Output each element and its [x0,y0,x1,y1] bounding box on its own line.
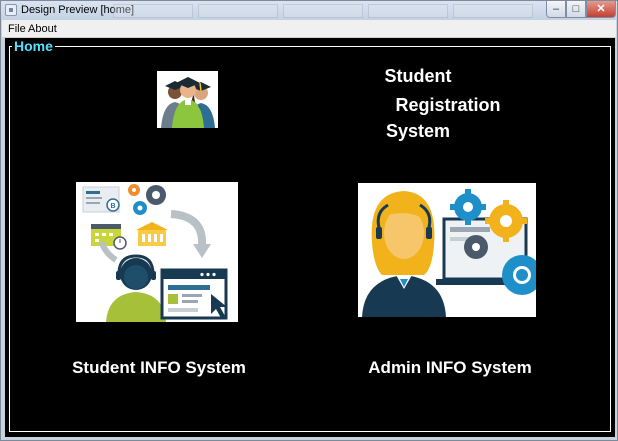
student-info-caption[interactable]: Student INFO System [39,358,279,378]
graduates-icon [157,71,218,128]
home-panel: Home Student Registration System B Stude… [5,38,615,437]
panel-title: Home [12,38,55,54]
maximize-button[interactable]: □ [566,1,586,18]
admin-info-caption[interactable]: Admin INFO System [330,358,570,378]
app-icon [5,4,17,16]
heading-line-1: Student [384,66,452,86]
heading-line-2: Registration [395,95,501,115]
title-bar[interactable]: Design Preview [home] – □ ✕ [1,1,617,20]
maximize-icon: □ [572,3,580,15]
admin-info-image[interactable] [358,183,542,317]
close-button[interactable]: ✕ [586,1,616,18]
heading-line-3: System [385,121,451,141]
minimize-icon: – [552,3,560,15]
app-window: Design Preview [home] – □ ✕ File About H… [0,0,618,441]
close-icon: ✕ [596,3,606,15]
svg-text:B: B [111,203,116,210]
menu-bar: File About [2,20,616,38]
minimize-button[interactable]: – [546,1,566,18]
background-taskbar-ghost [113,4,543,18]
student-info-image[interactable]: B [76,182,238,322]
menu-file[interactable]: File [8,23,26,35]
menu-about[interactable]: About [28,23,57,35]
